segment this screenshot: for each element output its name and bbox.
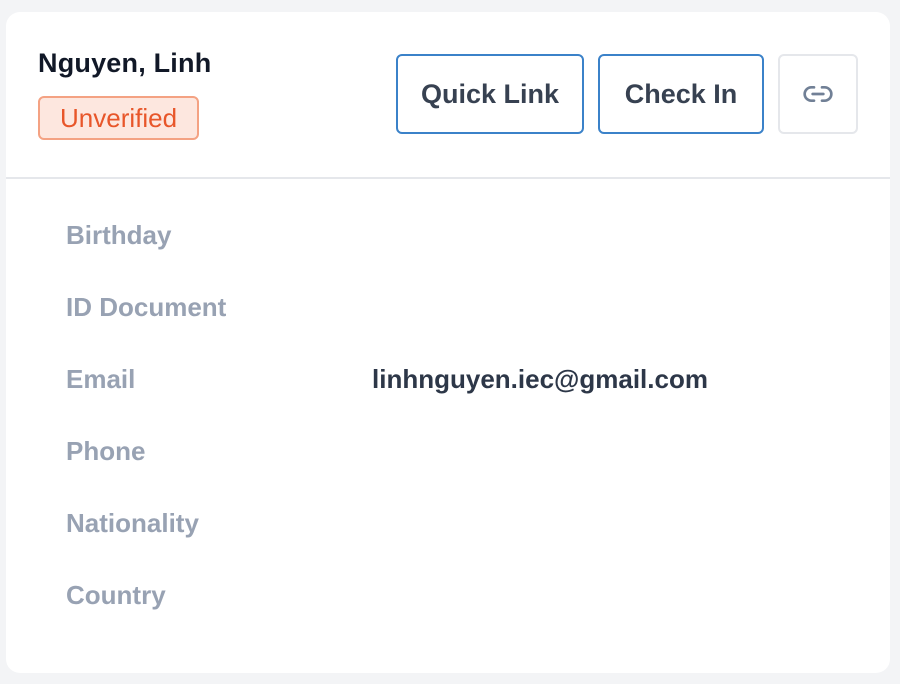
detail-label: Nationality — [66, 508, 199, 538]
detail-label: Country — [66, 580, 166, 610]
check-in-button[interactable]: Check In — [598, 54, 764, 134]
quick-link-button[interactable]: Quick Link — [396, 54, 584, 134]
guest-card: Nguyen, Linh Unverified Quick Link Check… — [6, 12, 890, 673]
detail-row-id-document: ID Document — [6, 287, 890, 327]
copy-link-button[interactable] — [778, 54, 858, 134]
detail-row-country: Country — [6, 575, 890, 615]
guest-name: Nguyen, Linh — [38, 48, 212, 78]
detail-label: Email — [66, 364, 136, 394]
detail-row-phone: Phone — [6, 431, 890, 471]
status-badge: Unverified — [38, 96, 200, 140]
detail-row-birthday: Birthday — [6, 215, 890, 255]
detail-label: ID Document — [66, 292, 227, 322]
email-value: linhnguyen.iec@gmail.com — [372, 364, 708, 394]
detail-label: Phone — [66, 436, 146, 466]
guest-card-header: Nguyen, Linh Unverified Quick Link Check… — [6, 12, 890, 179]
detail-row-email: Email linhnguyen.iec@gmail.com — [6, 359, 890, 399]
link-icon — [802, 78, 834, 110]
detail-label: Birthday — [66, 220, 172, 250]
detail-row-nationality: Nationality — [6, 503, 890, 543]
